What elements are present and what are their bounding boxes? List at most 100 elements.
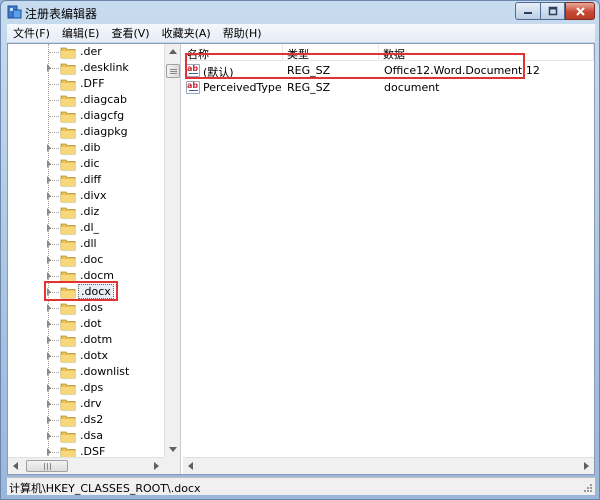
expand-arrow-icon[interactable] bbox=[47, 192, 51, 200]
scroll-down-button[interactable] bbox=[165, 441, 180, 457]
tree-item[interactable]: .dll bbox=[8, 236, 164, 252]
client-area: .der .desklink .DFF .diagcab .diagcfg .diagpk… bbox=[7, 43, 595, 475]
tree-item[interactable]: .desklink bbox=[8, 60, 164, 76]
tree-item[interactable]: .der bbox=[8, 44, 164, 60]
values-horizontal-scrollbar[interactable] bbox=[183, 457, 594, 474]
expand-arrow-icon[interactable] bbox=[47, 272, 51, 280]
expand-arrow-icon[interactable] bbox=[47, 352, 51, 360]
menu-favorites[interactable]: 收藏夹(A) bbox=[156, 25, 217, 41]
menu-edit[interactable]: 编辑(E) bbox=[56, 25, 106, 41]
tree-item[interactable]: .diagcfg bbox=[8, 108, 164, 124]
tree-item-label: .dsa bbox=[80, 429, 103, 442]
tree-connector bbox=[49, 100, 59, 101]
expand-arrow-icon[interactable] bbox=[47, 256, 51, 264]
string-value-icon: ab bbox=[186, 81, 200, 94]
expand-arrow-icon[interactable] bbox=[47, 448, 51, 456]
tree-hscroll-thumb[interactable] bbox=[26, 460, 68, 472]
value-type: REG_SZ bbox=[287, 81, 331, 94]
folder-icon bbox=[60, 207, 76, 219]
expand-arrow-icon[interactable] bbox=[47, 432, 51, 440]
expand-arrow-icon[interactable] bbox=[47, 304, 51, 312]
tree-item[interactable]: .divx bbox=[8, 188, 164, 204]
menu-view[interactable]: 查看(V) bbox=[105, 25, 155, 41]
folder-icon bbox=[60, 431, 76, 443]
regedit-icon bbox=[7, 5, 22, 19]
expand-arrow-icon[interactable] bbox=[47, 160, 51, 168]
key-tree: .der .desklink .DFF .diagcab .diagcfg .diagpk… bbox=[8, 44, 181, 474]
tree-item-label: .diff bbox=[80, 173, 102, 186]
tree-item[interactable]: .diagcab bbox=[8, 92, 164, 108]
tree-item-label: .divx bbox=[80, 189, 107, 202]
tree-item[interactable]: .dic bbox=[8, 156, 164, 172]
arrow-left-icon[interactable] bbox=[13, 462, 18, 470]
tree-item[interactable]: .dotm bbox=[8, 332, 164, 348]
expand-arrow-icon[interactable] bbox=[47, 240, 51, 248]
tree-item[interactable]: .dib bbox=[8, 140, 164, 156]
tree-item-label: .der bbox=[80, 45, 102, 58]
menu-help[interactable]: 帮助(H) bbox=[217, 25, 268, 41]
scroll-up-button[interactable] bbox=[165, 44, 180, 60]
arrow-up-icon bbox=[169, 49, 177, 54]
tree-item[interactable]: .dl_ bbox=[8, 220, 164, 236]
expand-arrow-icon[interactable] bbox=[47, 176, 51, 184]
expand-arrow-icon[interactable] bbox=[47, 144, 51, 152]
tree-item-label: .drv bbox=[80, 397, 102, 410]
title-bar[interactable]: 注册表编辑器 bbox=[1, 1, 599, 22]
arrow-right-icon[interactable] bbox=[154, 462, 159, 470]
tree-horizontal-scrollbar[interactable] bbox=[8, 457, 164, 474]
value-data: document bbox=[384, 81, 440, 94]
arrow-left-icon[interactable] bbox=[188, 462, 193, 470]
tree-item[interactable]: .dos bbox=[8, 300, 164, 316]
folder-icon bbox=[60, 383, 76, 395]
tree-item-label: .desklink bbox=[80, 61, 129, 74]
tree-item[interactable]: .diagpkg bbox=[8, 124, 164, 140]
folder-icon bbox=[60, 399, 76, 411]
tree-item[interactable]: .diz bbox=[8, 204, 164, 220]
value-row-perceivedtype[interactable]: ab PerceivedType REG_SZ document bbox=[183, 79, 594, 96]
close-button[interactable] bbox=[565, 2, 595, 20]
tree-item[interactable]: .DFF bbox=[8, 76, 164, 92]
folder-icon bbox=[60, 223, 76, 235]
tree-item[interactable]: .diff bbox=[8, 172, 164, 188]
maximize-icon bbox=[548, 6, 557, 16]
expand-arrow-icon[interactable] bbox=[47, 224, 51, 232]
folder-icon bbox=[60, 63, 76, 75]
minimize-button[interactable] bbox=[515, 2, 540, 20]
tree-item[interactable]: .dsa bbox=[8, 428, 164, 444]
tree-item[interactable]: .drv bbox=[8, 396, 164, 412]
tree-scroll-thumb[interactable] bbox=[166, 64, 180, 78]
expand-arrow-icon[interactable] bbox=[47, 368, 51, 376]
expand-arrow-icon[interactable] bbox=[47, 400, 51, 408]
tree-item-label: .diagcab bbox=[80, 93, 128, 106]
tree-item-label: .downlist bbox=[80, 365, 130, 378]
folder-icon bbox=[60, 127, 76, 139]
tree-connector bbox=[49, 52, 59, 53]
expand-arrow-icon[interactable] bbox=[47, 320, 51, 328]
tree-item[interactable]: .dot bbox=[8, 316, 164, 332]
folder-icon bbox=[60, 79, 76, 91]
expand-arrow-icon[interactable] bbox=[47, 336, 51, 344]
menu-file[interactable]: 文件(F) bbox=[7, 25, 56, 41]
folder-icon bbox=[60, 255, 76, 267]
expand-arrow-icon[interactable] bbox=[47, 416, 51, 424]
tree-item[interactable]: .downlist bbox=[8, 364, 164, 380]
folder-icon bbox=[60, 351, 76, 363]
tree-item[interactable]: .doc bbox=[8, 252, 164, 268]
tree-item[interactable]: .dps bbox=[8, 380, 164, 396]
tree-item-label: .doc bbox=[80, 253, 104, 266]
tree-item-label: .dl_ bbox=[80, 221, 100, 234]
tree-item-label: .dot bbox=[80, 317, 102, 330]
tree-item[interactable]: .dotx bbox=[8, 348, 164, 364]
expand-arrow-icon[interactable] bbox=[47, 64, 51, 72]
scroll-track[interactable] bbox=[200, 460, 577, 472]
resize-grip-icon[interactable] bbox=[583, 483, 593, 493]
maximize-button[interactable] bbox=[540, 2, 565, 20]
tree-vertical-scrollbar[interactable] bbox=[164, 44, 180, 457]
window-title: 注册表编辑器 bbox=[25, 7, 98, 21]
menu-bar: 文件(F) 编辑(E) 查看(V) 收藏夹(A) 帮助(H) bbox=[7, 24, 595, 42]
tree-item[interactable]: .ds2 bbox=[8, 412, 164, 428]
expand-arrow-icon[interactable] bbox=[47, 384, 51, 392]
arrow-right-icon[interactable] bbox=[584, 462, 589, 470]
folder-icon bbox=[60, 367, 76, 379]
expand-arrow-icon[interactable] bbox=[47, 208, 51, 216]
